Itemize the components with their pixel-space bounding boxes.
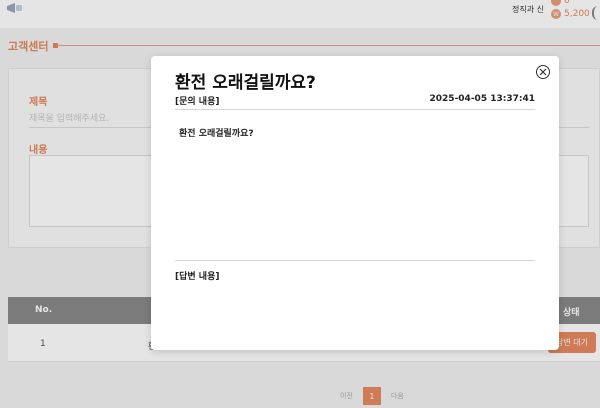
answer-label: [답변 내용] — [175, 272, 220, 282]
modal-title: 환전 오래걸릴까요? — [175, 73, 316, 93]
answer-divider — [175, 260, 535, 261]
inquiry-detail-modal: 환전 오래걸릴까요? [문의 내용] 2025-04-05 13:37:41 환… — [151, 56, 559, 350]
question-divider — [175, 109, 535, 110]
question-body: 환전 오래걸릴까요? — [179, 129, 254, 139]
question-date: 2025-04-05 13:37:41 — [429, 94, 535, 104]
close-button[interactable] — [536, 65, 550, 79]
close-icon — [539, 68, 547, 76]
question-label: [문의 내용] — [175, 97, 220, 107]
